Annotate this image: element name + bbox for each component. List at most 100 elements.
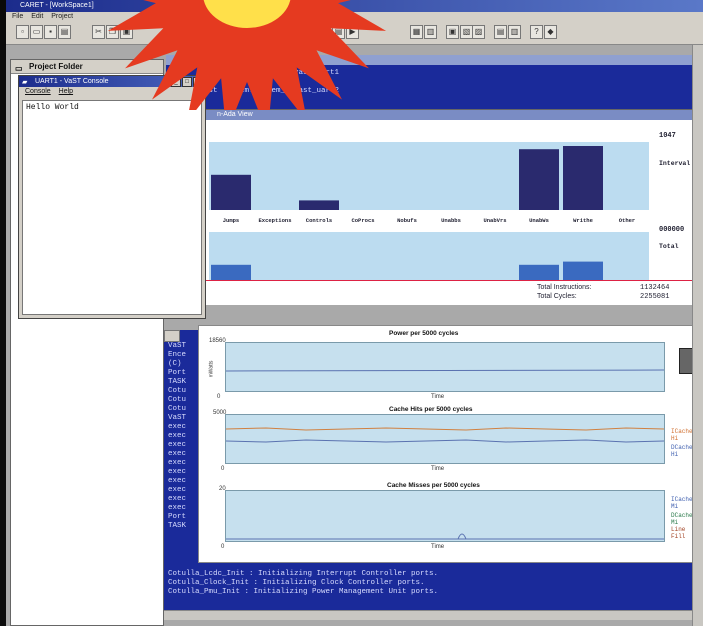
bottom-log-prefix: Cotu xyxy=(168,387,187,395)
bottom-log-prefix: exec xyxy=(168,504,187,512)
tool-icon-1[interactable]: ▦ xyxy=(410,25,423,39)
tool-icon-3[interactable]: ▣ xyxy=(446,25,459,39)
run-icon[interactable]: ▶ xyxy=(346,25,359,39)
console-app-icon: ▰ xyxy=(22,79,28,86)
bottom-log-sysmenu[interactable] xyxy=(164,330,180,342)
top-log-titlebar[interactable] xyxy=(166,55,696,65)
graph-hits-title: Cache Hits per 5000 cycles xyxy=(389,406,473,413)
bottom-log-prefix: Ence xyxy=(168,351,187,359)
bottom-log-prefix: exec xyxy=(168,495,187,503)
graph-misses-ymin: 0 xyxy=(221,544,225,550)
bottom-log-line: Cotulla_Pmu_Init : Initializing Power Ma… xyxy=(168,588,439,596)
interval-label: Interval xyxy=(659,160,691,167)
bottom-log-prefix: Cotu xyxy=(168,396,187,404)
category-label: Writhe xyxy=(573,217,594,224)
graph-power-plot xyxy=(225,342,665,392)
category-label: Jumps xyxy=(223,217,240,224)
bottom-log-line: Cotulla_Clock_Init : Initializing Clock … xyxy=(168,579,425,587)
bottom-log-prefix: TASK xyxy=(168,522,187,530)
bottom-log-prefix: exec xyxy=(168,468,187,476)
total-cycles-label: Total Cycles: xyxy=(537,293,577,300)
bottom-log-line: Cotulla_Lcdc_Init : Initializing Interru… xyxy=(168,570,439,578)
console-window-buttons: _ □ × xyxy=(170,77,203,88)
minimize-icon[interactable]: _ xyxy=(171,77,181,87)
top-log-line: est system.system_1.vast_uart1 xyxy=(204,69,340,77)
app-title: CARET - [WorkSpace1] xyxy=(20,2,94,9)
tool-icon-7[interactable]: ▥ xyxy=(508,25,521,39)
graph-power-ymin: 0 xyxy=(217,394,221,400)
menubar: File Edit Project xyxy=(6,12,703,22)
graph-power-ylabel: mWatts xyxy=(208,360,215,378)
save-icon[interactable]: ▪ xyxy=(44,25,57,39)
bottom-log-prefix: (C) xyxy=(168,360,182,368)
category-label: Exceptions xyxy=(258,217,291,224)
cut-icon[interactable]: ✂ xyxy=(92,25,105,39)
dcache-hits-line xyxy=(226,439,664,443)
total-label: Total xyxy=(659,243,679,250)
bottom-log-prefix: exec xyxy=(168,486,187,494)
help-icon[interactable]: ? xyxy=(530,25,543,39)
total-cycles-value: 2255081 xyxy=(640,293,670,301)
category-label: CoProcs xyxy=(351,217,374,224)
app-titlebar[interactable]: CARET - [WorkSpace1] xyxy=(6,0,703,12)
folder-icon: ▭ xyxy=(15,64,23,73)
top-log-line: ide xyxy=(204,78,218,86)
menu-project[interactable]: Project xyxy=(51,13,73,20)
console-text: Hello World xyxy=(26,103,79,112)
bottom-log-prefix: TASK xyxy=(168,378,187,386)
interval-bar xyxy=(563,146,603,210)
menu-file[interactable]: File xyxy=(12,13,23,20)
bottom-log-prefix: Port xyxy=(168,369,187,377)
console-menu-console[interactable]: Console xyxy=(25,88,51,95)
profile-titlebar[interactable]: n-Ada View xyxy=(203,110,695,120)
interval-value: 1047 xyxy=(659,132,676,140)
project-folder-header[interactable]: ▭ Project Folder xyxy=(11,60,163,74)
top-log-window[interactable]: est system.system_1.vast_uart1 ide est s… xyxy=(166,55,696,115)
graph-power-ymax: 18560 xyxy=(209,338,226,344)
mdi-area: est system.system_1.vast_uart1 ide est s… xyxy=(6,45,703,626)
new-icon[interactable]: ▫ xyxy=(16,25,29,39)
power-series-line xyxy=(226,369,664,372)
tool-icon-6[interactable]: ▤ xyxy=(494,25,507,39)
graph-hits-ymin: 0 xyxy=(221,466,225,472)
bottom-log-prefix: VaST xyxy=(168,342,187,350)
category-label: Unabbs xyxy=(441,217,461,224)
total-instructions-value: 1132464 xyxy=(640,284,670,292)
close-icon[interactable]: × xyxy=(193,77,203,87)
category-label: Other xyxy=(619,217,636,224)
maximize-icon[interactable]: □ xyxy=(182,77,192,87)
category-label: UnabWs xyxy=(529,217,549,224)
console-titlebar[interactable]: ▰ UART1 - VaST Console _ □ × xyxy=(19,76,205,87)
bottom-log-prefix: Port xyxy=(168,513,187,521)
console-output[interactable]: Hello World xyxy=(22,100,202,315)
graph-misses-xlabel: Time xyxy=(431,544,445,550)
uart-console-window[interactable]: ▰ UART1 - VaST Console _ □ × Console Help … xyxy=(18,75,206,319)
bottom-log-hscroll[interactable] xyxy=(164,610,696,620)
graph-misses-title: Cache Misses per 5000 cycles xyxy=(387,482,480,489)
bottom-log-prefix: exec xyxy=(168,432,187,440)
graph-hits-plot xyxy=(225,414,665,464)
print-icon[interactable]: ▤ xyxy=(58,25,71,39)
graph-hits-xlabel: Time xyxy=(431,466,445,472)
console-menu-help[interactable]: Help xyxy=(59,88,73,95)
category-label: UnabVrs xyxy=(483,217,506,224)
category-label: Controls xyxy=(306,217,332,224)
profile-title: n-Ada View xyxy=(217,111,253,118)
copy-icon[interactable]: ❐ xyxy=(106,25,119,39)
tool-icon-8[interactable]: ◆ xyxy=(544,25,557,39)
project-folder-title: Project Folder xyxy=(29,62,83,71)
tool-icon-5[interactable]: ▨ xyxy=(472,25,485,39)
graphs-window[interactable]: Power per 5000 cycles 18560 0 mWatts Tim… xyxy=(198,325,697,563)
build-icon[interactable]: ▤ xyxy=(332,25,345,39)
top-log-line: est system.system_1.vast_uart2 xyxy=(204,87,340,95)
graph-misses-plot xyxy=(225,490,665,542)
mdi-vertical-scrollbar[interactable] xyxy=(692,45,703,626)
open-icon[interactable]: ▭ xyxy=(30,25,43,39)
menu-edit[interactable]: Edit xyxy=(31,13,43,20)
tool-icon-2[interactable]: ▥ xyxy=(424,25,437,39)
paste-icon[interactable]: ▣ xyxy=(120,25,133,39)
interval-bar xyxy=(211,174,251,210)
console-menubar: Console Help xyxy=(19,87,205,97)
graph-power-title: Power per 5000 cycles xyxy=(389,330,459,337)
profile-window[interactable]: n-Ada View Jumps Exceptions Controls CoProc… xyxy=(202,109,696,305)
